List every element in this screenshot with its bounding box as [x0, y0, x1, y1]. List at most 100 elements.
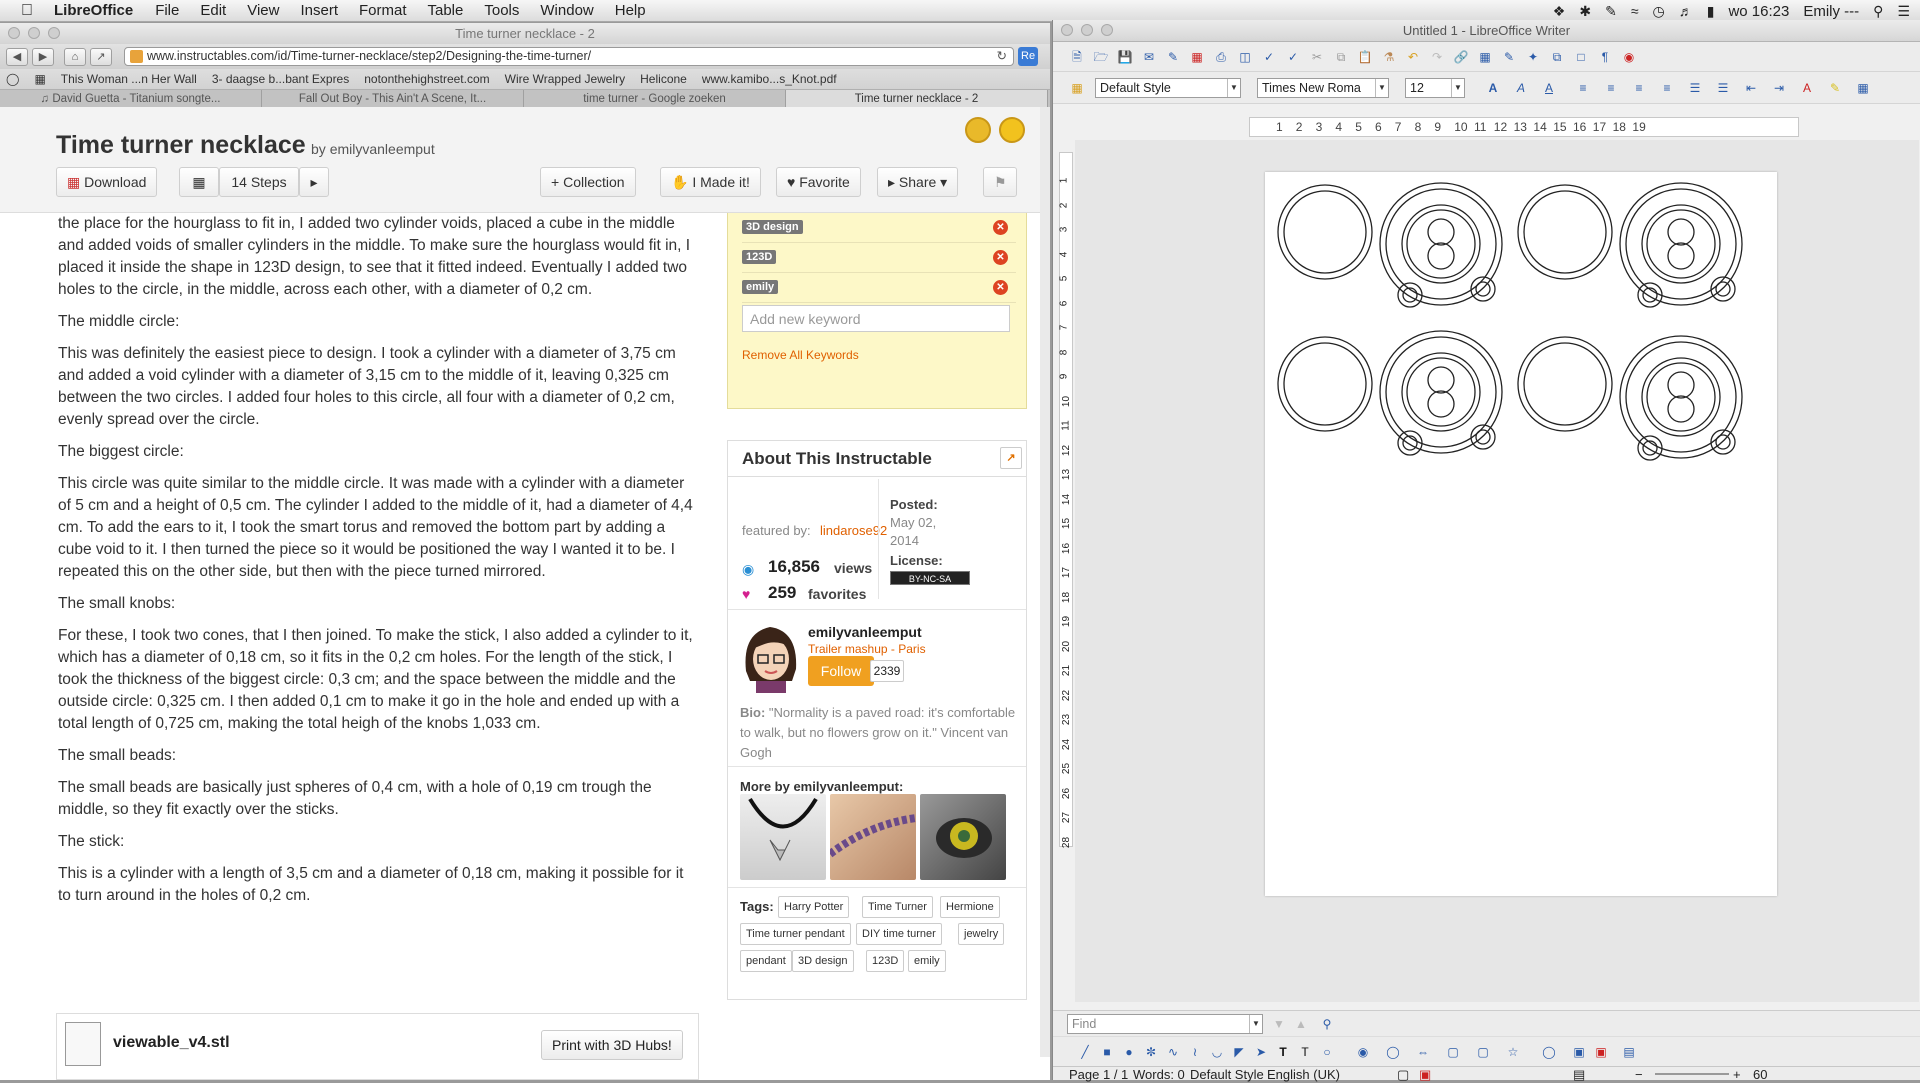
status-language[interactable]: English (UK) [1267, 1067, 1340, 1083]
find-replace-icon[interactable]: ⚲ [1317, 1014, 1337, 1034]
select-icon[interactable]: ➤ [1251, 1042, 1271, 1062]
tag-link[interactable]: Time Turner [862, 896, 933, 918]
navigator-icon[interactable]: ⧉ [1547, 47, 1567, 67]
zoom-button[interactable] [1101, 24, 1113, 36]
remove-keyword-icon[interactable]: ✕ [993, 280, 1008, 295]
made-it-button[interactable]: ✋ I Made it! [660, 167, 761, 197]
polygon-icon[interactable]: ✼ [1141, 1042, 1161, 1062]
paragraph-style-select[interactable]: Default Style ▼ [1095, 77, 1241, 98]
add-keyword-input[interactable]: Add new keyword [742, 305, 1010, 332]
tag-link[interactable]: 123D [866, 950, 905, 972]
bookmark-item[interactable]: This Woman ...n Her Wall [61, 72, 197, 86]
close-button[interactable] [8, 27, 20, 39]
background-color-icon[interactable]: ▦ [1853, 78, 1873, 98]
wifi-icon[interactable]: ≈ [1631, 3, 1639, 19]
curve-icon[interactable]: ∿ [1163, 1042, 1183, 1062]
menubar-user[interactable]: Emily --- [1803, 3, 1859, 20]
symbol-shapes-icon[interactable]: ◯ [1383, 1042, 1403, 1062]
block-arrows-icon[interactable]: ⇔ [1413, 1042, 1433, 1062]
export-pdf-icon[interactable]: ▦ [1187, 47, 1207, 67]
zoom-slider[interactable] [1655, 1073, 1729, 1075]
styles-formatting-icon[interactable]: ▦ [1067, 78, 1087, 98]
pen-icon[interactable]: ✎ [1605, 3, 1617, 20]
minimize-button[interactable] [28, 27, 40, 39]
document-modified-icon[interactable]: ▣ [1419, 1067, 1431, 1083]
ellipse-icon[interactable]: ● [1119, 1042, 1139, 1062]
browser-tab[interactable]: time turner - Google zoeken [524, 90, 786, 108]
menu-file[interactable]: File [155, 2, 179, 19]
battery-icon[interactable]: ▮ [1707, 3, 1715, 20]
follow-button[interactable]: Follow [808, 656, 874, 686]
remove-all-keywords-link[interactable]: Remove All Keywords [742, 348, 859, 362]
next-step-icon[interactable]: ▸ [299, 167, 329, 197]
stars-icon[interactable]: ☆ [1503, 1042, 1523, 1062]
bookmark-item[interactable]: Helicone [640, 72, 687, 86]
zoom-out-icon[interactable]: − [1635, 1067, 1643, 1083]
line-icon[interactable]: ╱ [1075, 1042, 1095, 1062]
document-area[interactable] [1075, 140, 1919, 1002]
table-icon[interactable]: ▦ [1475, 47, 1495, 67]
text-box-icon[interactable]: T [1273, 1042, 1293, 1062]
vertical-text-icon[interactable]: T [1295, 1042, 1315, 1062]
more-thumbnail[interactable] [827, 794, 917, 880]
hyperlink-icon[interactable]: 🔗 [1451, 47, 1471, 67]
decrease-indent-icon[interactable]: ⇤ [1741, 78, 1761, 98]
rectangle-icon[interactable]: ■ [1097, 1042, 1117, 1062]
align-center-icon[interactable]: ≡ [1601, 78, 1621, 98]
font-name-select[interactable]: Times New Roma ▼ [1257, 77, 1389, 98]
reader-button[interactable]: Re [1018, 47, 1039, 66]
status-style[interactable]: Default Style [1190, 1067, 1264, 1083]
basic-shapes-icon[interactable]: ◉ [1353, 1042, 1373, 1062]
spotlight-icon[interactable]: ⚲ [1873, 3, 1883, 20]
freeform-icon[interactable]: ≀ [1185, 1042, 1205, 1062]
remove-keyword-icon[interactable]: ✕ [993, 250, 1008, 265]
menu-format[interactable]: Format [359, 2, 407, 19]
find-replace-icon[interactable]: ✦ [1523, 47, 1543, 67]
more-thumbnail[interactable] [920, 794, 1006, 880]
minimize-button[interactable] [1081, 24, 1093, 36]
author-name[interactable]: emilyvanleemput [808, 624, 922, 640]
align-left-icon[interactable]: ≡ [1573, 78, 1593, 98]
find-input[interactable]: Find ▼ [1067, 1014, 1263, 1034]
reload-icon[interactable]: ↻ [997, 48, 1007, 65]
volume-icon[interactable]: ♬ [1679, 3, 1693, 19]
find-next-icon[interactable]: ▲ [1291, 1014, 1311, 1034]
spellcheck-icon[interactable]: ✓ [1259, 47, 1279, 67]
address-bar[interactable]: www.instructables.com/id/Time-turner-nec… [124, 47, 1014, 66]
steps-button[interactable]: 14 Steps [219, 167, 299, 197]
numbering-icon[interactable]: ☰ [1685, 78, 1705, 98]
email-icon[interactable]: ✉ [1139, 47, 1159, 67]
font-color-icon[interactable]: A [1797, 78, 1817, 98]
zoom-in-icon[interactable]: + [1733, 1067, 1741, 1083]
pie-icon[interactable]: ◤ [1229, 1042, 1249, 1062]
font-size-select[interactable]: 12 ▼ [1405, 77, 1465, 98]
keyword-tag[interactable]: 123D [742, 250, 777, 264]
time-machine-icon[interactable]: ◷ [1653, 3, 1665, 20]
author-link[interactable]: emilyvanleemput [330, 141, 435, 157]
reading-list-icon[interactable]: ◯ [6, 72, 19, 86]
paste-icon[interactable]: 📋 [1355, 47, 1375, 67]
tag-link[interactable]: Time turner pendant [740, 923, 851, 945]
menubar-clock[interactable]: wo 16:23 [1728, 3, 1789, 20]
status-page[interactable]: Page 1 / 1 [1069, 1067, 1128, 1083]
tag-link[interactable]: Hermione [940, 896, 1000, 918]
flag-icon[interactable]: ⚑ [983, 167, 1017, 197]
bookmark-item[interactable]: notonthehighstreet.com [364, 72, 489, 86]
arc-icon[interactable]: ◡ [1207, 1042, 1227, 1062]
autospell-icon[interactable]: ✓ [1283, 47, 1303, 67]
grid-view-icon[interactable]: ▦ [179, 167, 219, 197]
insert-mode-icon[interactable]: ▢ [1397, 1067, 1409, 1083]
tag-link[interactable]: jewelry [958, 923, 1005, 945]
home-icon[interactable]: ⌂ [64, 47, 86, 66]
close-button[interactable] [1061, 24, 1073, 36]
find-previous-icon[interactable]: ▼ [1269, 1014, 1289, 1034]
zoom-button[interactable] [48, 27, 60, 39]
menu-insert[interactable]: Insert [300, 2, 338, 19]
callout-icon[interactable]: ○ [1317, 1042, 1337, 1062]
edit-file-icon[interactable]: ✎ [1163, 47, 1183, 67]
formatting-marks-icon[interactable]: ¶ [1595, 47, 1615, 67]
zoom-level[interactable]: 60 [1753, 1067, 1767, 1083]
new-document-icon[interactable]: 🗎 [1067, 47, 1087, 67]
menu-app-name[interactable]: LibreOffice [54, 2, 133, 19]
fontwork-icon[interactable]: ▤ [1619, 1042, 1639, 1062]
